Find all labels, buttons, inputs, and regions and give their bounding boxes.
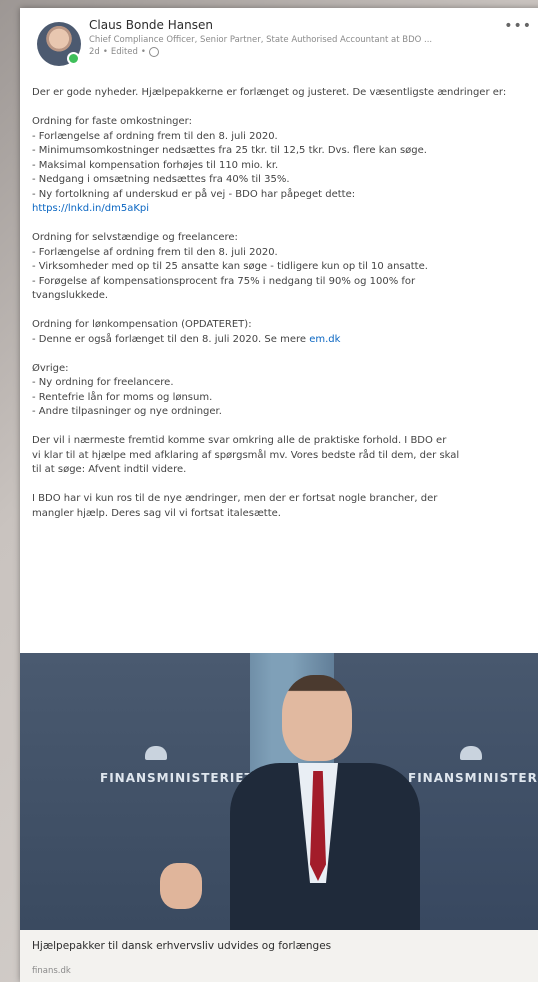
post-time: 2d [89, 47, 100, 57]
meta-separator: • [102, 47, 108, 57]
section-selvstaendige: Ordning for selvstændige og freelancere:… [32, 231, 537, 304]
online-status-icon [67, 52, 80, 65]
list-line: - Forlængelse af ordning frem til den 8.… [32, 246, 278, 258]
linkedin-post-card: Claus Bonde Hansen Chief Compliance Offi… [20, 8, 538, 982]
article-image[interactable]: FINANSMINISTERIET FINANSMINISTERIET [20, 653, 538, 930]
list-line: - Ny ordning for freelancere. [32, 377, 174, 388]
author-avatar[interactable] [37, 22, 81, 66]
text-line: Der vil i nærmeste fremtid komme svar om… [32, 435, 447, 446]
section-heading: Øvrige: [32, 362, 69, 374]
section-heading: Ordning for faste omkostninger: [32, 116, 192, 127]
text-line: til at søge: Afvent indtil videre. [32, 464, 187, 475]
text-line: vi klar til at hjælpe med afklaring af s… [32, 449, 460, 461]
speaker-figure [210, 675, 440, 930]
list-line: - Denne er også forlænget til den 8. jul… [32, 333, 537, 348]
closing-paragraph-1: Der vil i nærmeste fremtid komme svar om… [32, 434, 537, 478]
section-loenkompensation: Ordning for lønkompensation (OPDATERET):… [32, 318, 537, 347]
post-body: Der er gode nyheder. Hjælpepakkerne er f… [32, 86, 537, 536]
edited-label: Edited [110, 47, 138, 57]
section-faste-omkostninger: Ordning for faste omkostninger: - Forlæn… [32, 115, 537, 217]
closing-paragraph-2: I BDO har vi kun ros til de nye ændringe… [32, 492, 537, 521]
article-caption[interactable]: Hjælpepakker til dansk erhvervsliv udvid… [20, 930, 538, 982]
meta-separator: • [140, 47, 146, 57]
head [282, 675, 352, 761]
list-line: - Andre tilpasninger og nye ordninger. [32, 406, 222, 417]
list-line: - Maksimal kompensation forhøjes til 110… [32, 159, 279, 171]
post-header: Claus Bonde Hansen Chief Compliance Offi… [20, 8, 538, 68]
intro-paragraph: Der er gode nyheder. Hjælpepakkerne er f… [32, 87, 507, 98]
section-heading: Ordning for selvstændige og freelancere: [32, 232, 238, 243]
author-name[interactable]: Claus Bonde Hansen [89, 18, 213, 32]
article-title[interactable]: Hjælpepakker til dansk erhvervsliv udvid… [32, 940, 331, 952]
list-line: - Forlængelse af ordning frem til den 8.… [32, 130, 278, 142]
list-line: - Rentefrie lån for moms og lønsum. [32, 391, 213, 403]
article-source: finans.dk [32, 966, 71, 976]
section-oevrige: Øvrige: - Ny ordning for freelancere. - … [32, 362, 537, 420]
more-options-icon[interactable]: ••• [504, 18, 532, 34]
crown-logo [145, 746, 167, 760]
author-title: Chief Compliance Officer, Senior Partner… [89, 35, 433, 45]
hand [160, 863, 202, 909]
list-line: - Nedgang i omsætning nedsættes fra 40% … [32, 174, 290, 185]
text-line: mangler hjælp. Deres sag vil vi fortsat … [32, 507, 281, 519]
post-meta: 2d • Edited • [89, 47, 159, 57]
list-line: - Ny fortolkning af underskud er på vej … [32, 188, 356, 200]
list-line: - Minimumsomkostninger nedsættes fra 25 … [32, 145, 427, 156]
list-line: - Forøgelse af kompensationsprocent fra … [32, 275, 416, 287]
em-dk-link[interactable]: em.dk [309, 334, 340, 345]
list-line: - Virksomheder med op til 25 ansatte kan… [32, 261, 428, 272]
text-line: I BDO har vi kun ros til de nye ændringe… [32, 493, 438, 504]
list-line: tvangslukkede. [32, 290, 109, 301]
shortlink[interactable]: https://lnkd.in/dm5aKpi [32, 202, 537, 217]
globe-icon [148, 47, 159, 57]
crown-logo [460, 746, 482, 760]
section-heading: Ordning for lønkompensation (OPDATERET): [32, 319, 252, 330]
list-line-text: - Denne er også forlænget til den 8. jul… [32, 333, 310, 345]
